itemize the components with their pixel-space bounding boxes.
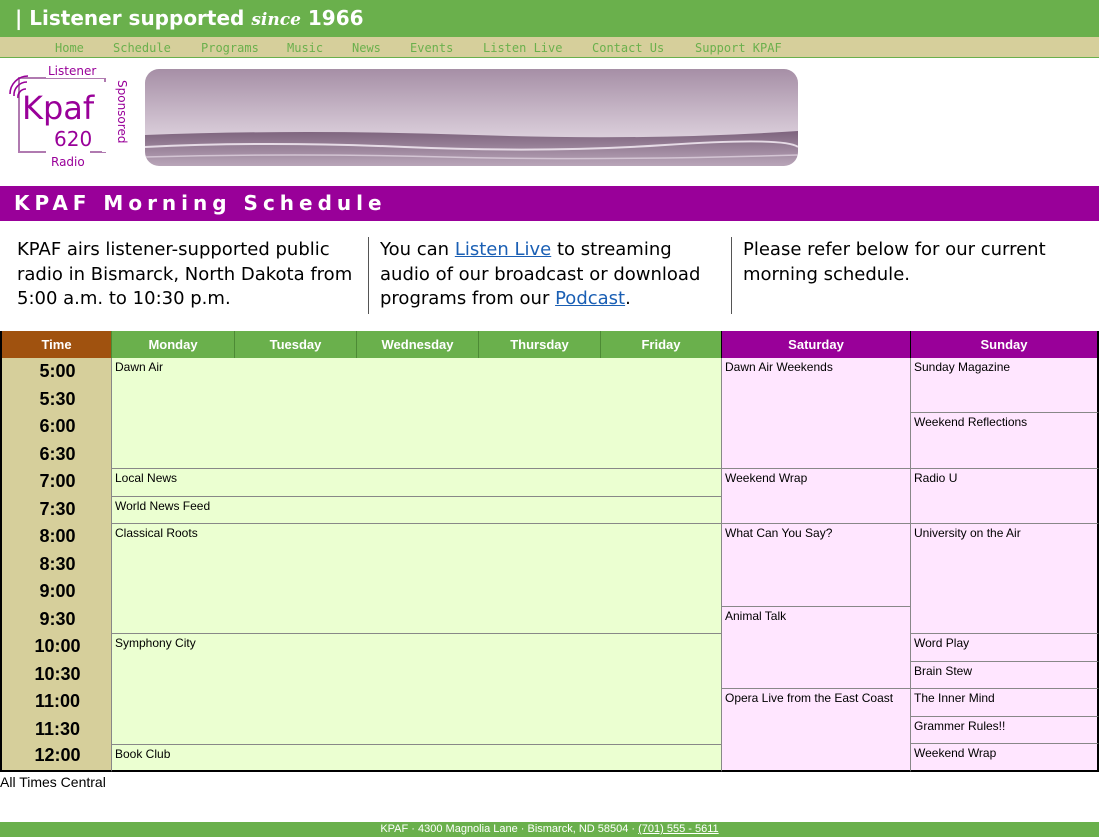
nav-music[interactable]: Music: [287, 41, 323, 55]
time-label: 6:00: [39, 416, 76, 436]
schedule-table: Time Monday Tuesday Wednesday Thursday F…: [0, 331, 1099, 772]
time-column: 5:00 5:30 6:00 6:30 7:00 7:30 8:00 8:30 …: [0, 358, 111, 772]
logo-bottom-text: Radio: [51, 155, 85, 169]
tagline-bar-mark: |: [15, 6, 23, 30]
nav-listen-live[interactable]: Listen Live: [483, 41, 562, 55]
site-footer: KPAF · 4300 Magnolia Lane · Bismarck, ND…: [0, 822, 1099, 837]
intro-divider-2: [731, 237, 732, 314]
nav-support-kpaf[interactable]: Support KPAF: [695, 41, 782, 55]
footer-address: KPAF · 4300 Magnolia Lane · Bismarck, ND…: [380, 823, 639, 835]
header-friday: Friday: [600, 331, 721, 358]
nav-contact-us[interactable]: Contact Us: [592, 41, 664, 55]
time-label: 9:00: [39, 581, 76, 601]
time-label: 5:30: [39, 389, 76, 409]
intro-text-2c: .: [625, 288, 631, 309]
tagline-text: Listener supported: [29, 6, 245, 30]
intro-column-1: KPAF airs listener-supported public radi…: [17, 238, 362, 312]
timezone-note: All Times Central: [0, 774, 106, 790]
program-cell-saturday[interactable]: Weekend Wrap: [721, 469, 910, 524]
program-cell-weekday[interactable]: Symphony City: [111, 634, 721, 745]
program-cell-saturday[interactable]: Opera Live from the East Coast: [721, 689, 910, 772]
program-cell-sunday[interactable]: Word Play: [910, 634, 1099, 662]
program-cell-sunday[interactable]: University on the Air: [910, 524, 1099, 634]
seascape-illustration: [145, 69, 798, 166]
program-cell-saturday[interactable]: Dawn Air Weekends: [721, 358, 910, 469]
program-cell-weekday[interactable]: World News Feed: [111, 497, 721, 524]
intro-text-3: Please refer below for our current morni…: [743, 239, 1046, 285]
banner-image: [145, 69, 798, 166]
podcast-link[interactable]: Podcast: [555, 288, 625, 309]
time-label: 11:30: [34, 719, 81, 739]
tagline-year: 1966: [307, 6, 364, 30]
time-label: 12:00: [34, 745, 81, 765]
program-cell-saturday[interactable]: What Can You Say?: [721, 524, 910, 607]
listen-live-link[interactable]: Listen Live: [455, 239, 551, 260]
station-logo[interactable]: Listener Kpaf 620 Radio Sponsored: [6, 62, 132, 172]
program-cell-saturday[interactable]: Animal Talk: [721, 607, 910, 689]
logo-graphic: Listener Kpaf 620 Radio Sponsored: [9, 64, 129, 169]
nav-news[interactable]: News: [352, 41, 381, 55]
header-monday: Monday: [111, 331, 234, 358]
program-cell-sunday[interactable]: Weekend Reflections: [910, 413, 1099, 469]
page-title: KPAF Morning Schedule: [14, 191, 387, 215]
header-saturday: Saturday: [721, 331, 910, 358]
footer-phone-link[interactable]: (701) 555 - 5611: [638, 823, 719, 835]
intro-text-2a: You can: [380, 239, 455, 260]
header-wednesday: Wednesday: [356, 331, 478, 358]
program-cell-sunday[interactable]: Brain Stew: [910, 662, 1099, 689]
logo-freq-text: 620: [54, 127, 92, 151]
logo-side-text: Sponsored: [115, 80, 129, 143]
header-thursday: Thursday: [478, 331, 600, 358]
nav-schedule[interactable]: Schedule: [113, 41, 171, 55]
program-cell-weekday[interactable]: Dawn Air: [111, 358, 721, 469]
time-label: 8:30: [39, 554, 76, 574]
intro-column-3: Please refer below for our current morni…: [743, 238, 1088, 287]
program-cell-sunday[interactable]: Weekend Wrap: [910, 744, 1099, 772]
header-tuesday: Tuesday: [234, 331, 356, 358]
program-cell-weekday[interactable]: Book Club: [111, 745, 721, 772]
main-nav: Home Schedule Programs Music News Events…: [0, 37, 1099, 58]
site-tagline-bar: | Listener supported since 1966: [0, 0, 1099, 37]
header-time: Time: [0, 331, 111, 358]
nav-events[interactable]: Events: [410, 41, 453, 55]
intro-divider-1: [368, 237, 369, 314]
program-cell-weekday[interactable]: Classical Roots: [111, 524, 721, 634]
page-title-bar: KPAF Morning Schedule: [0, 186, 1099, 221]
nav-programs[interactable]: Programs: [201, 41, 259, 55]
program-cell-sunday[interactable]: Grammer Rules!!: [910, 717, 1099, 744]
time-label: 9:30: [39, 609, 76, 629]
time-label: 7:00: [39, 471, 76, 491]
program-cell-sunday[interactable]: Sunday Magazine: [910, 358, 1099, 413]
time-label: 5:00: [39, 361, 76, 381]
time-label: 6:30: [39, 444, 76, 464]
nav-home[interactable]: Home: [55, 41, 84, 55]
time-label: 10:00: [34, 636, 81, 656]
program-cell-weekday[interactable]: Local News: [111, 469, 721, 497]
time-label: 7:30: [39, 499, 76, 519]
program-cell-sunday[interactable]: Radio U: [910, 469, 1099, 524]
time-label: 11:00: [34, 691, 81, 711]
tagline-since: since: [251, 10, 301, 30]
time-label: 10:30: [34, 664, 81, 684]
time-label: 8:00: [39, 526, 76, 546]
program-cell-sunday[interactable]: The Inner Mind: [910, 689, 1099, 717]
logo-top-text: Listener: [48, 64, 96, 78]
intro-column-2: You can Listen Live to streaming audio o…: [380, 238, 725, 312]
intro-text-1: KPAF airs listener-supported public radi…: [17, 239, 353, 309]
header-sunday: Sunday: [910, 331, 1099, 358]
logo-name-text: Kpaf: [22, 89, 95, 127]
